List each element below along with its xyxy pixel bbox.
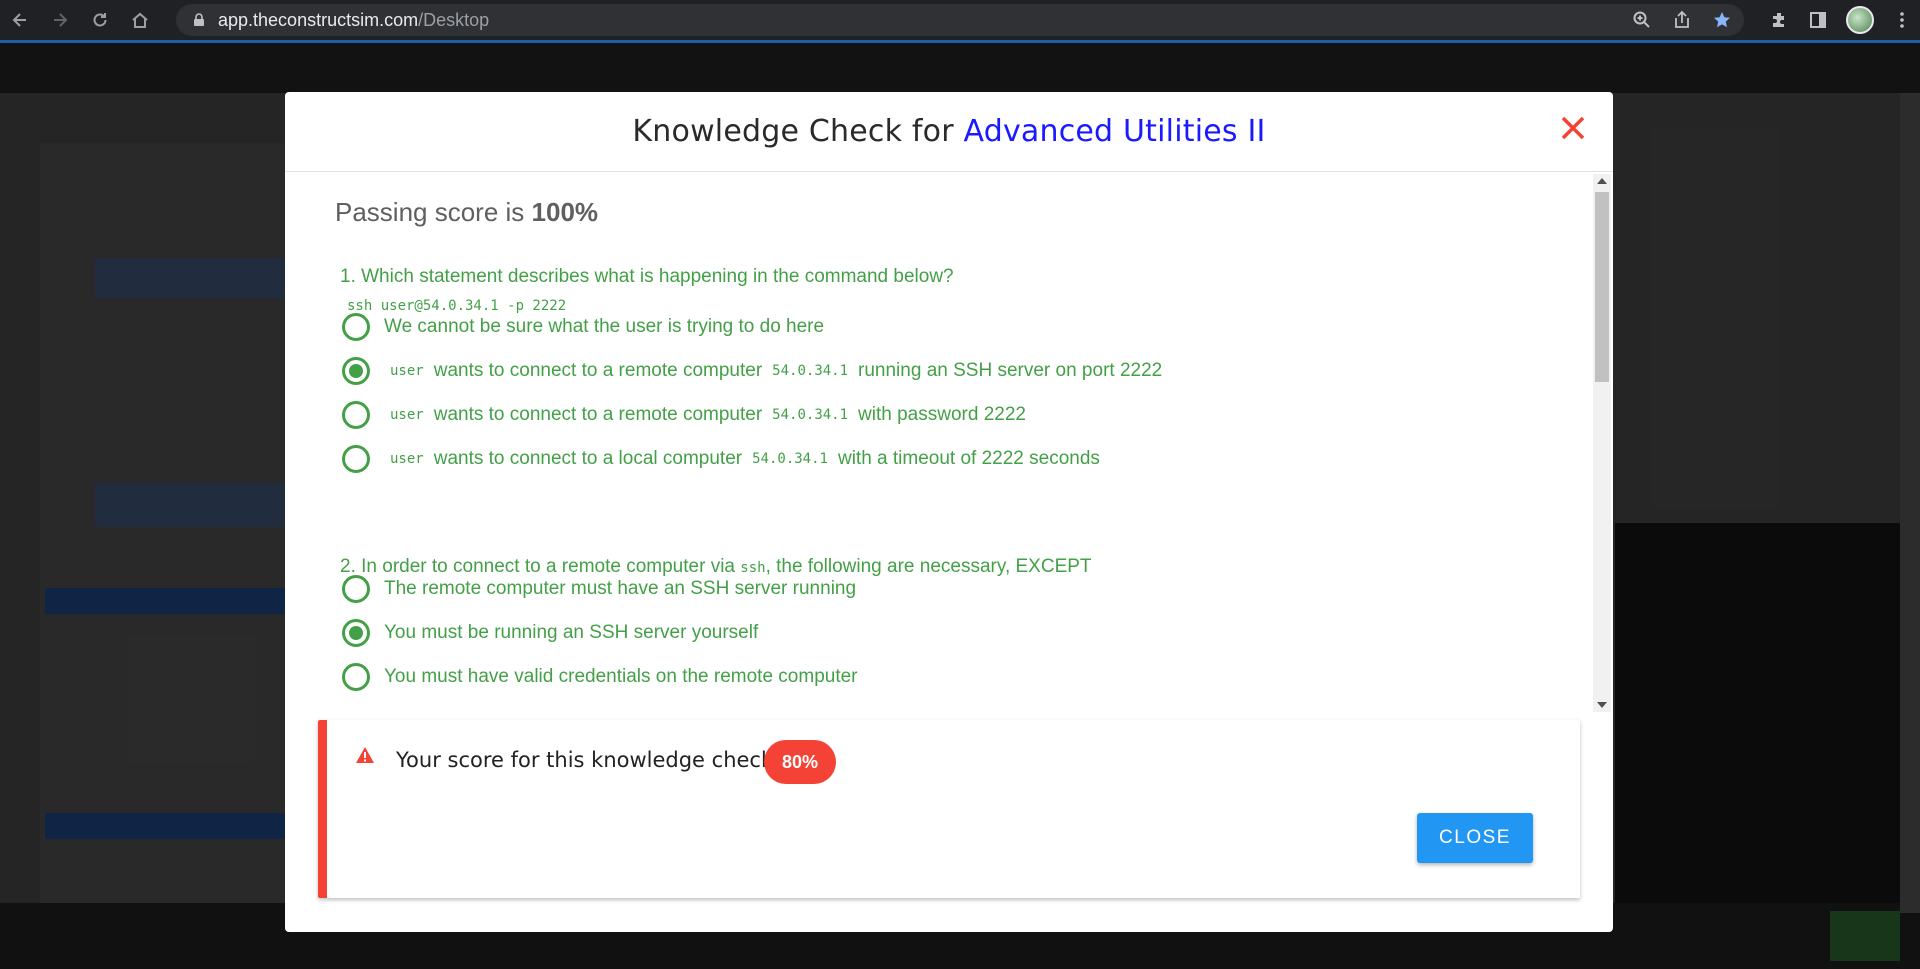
passing-score: Passing score is 100% [335, 197, 599, 227]
extensions-icon[interactable] [1770, 10, 1790, 30]
score-label: Your score for this knowledge check: [396, 748, 781, 772]
question-1-option-4[interactable]: user wants to connect to a local compute… [342, 444, 1100, 474]
close-icon[interactable] [1555, 110, 1591, 146]
scroll-up-icon[interactable] [1597, 178, 1607, 184]
home-icon[interactable] [120, 0, 160, 40]
radio-button-selected[interactable] [342, 619, 370, 647]
modal-body[interactable]: Passing score is 100% 1. Which statement… [285, 173, 1613, 713]
url-text: app.theconstructsim.com/Desktop [218, 9, 490, 30]
radio-button[interactable] [342, 445, 370, 473]
modal-header: Knowledge Check for Advanced Utilities I… [285, 92, 1613, 172]
bookmark-star-icon[interactable] [1712, 10, 1732, 30]
back-icon[interactable] [0, 0, 40, 40]
knowledge-check-modal: Knowledge Check for Advanced Utilities I… [285, 92, 1613, 932]
address-bar[interactable]: app.theconstructsim.com/Desktop [176, 4, 1744, 36]
radio-button-selected[interactable] [342, 357, 370, 385]
close-button[interactable]: CLOSE [1417, 813, 1533, 863]
question-1-option-1[interactable]: We cannot be sure what the user is tryin… [342, 312, 824, 342]
question-2-option-3[interactable]: You must have valid credentials on the r… [342, 662, 858, 692]
zoom-icon[interactable] [1632, 10, 1652, 30]
warning-icon [356, 747, 374, 763]
radio-button[interactable] [342, 401, 370, 429]
scrollbar-thumb[interactable] [1595, 192, 1609, 382]
profile-avatar[interactable] [1846, 6, 1874, 34]
menu-kebab-icon[interactable] [1892, 10, 1912, 30]
modal-scrollbar[interactable] [1593, 174, 1611, 712]
scroll-down-icon[interactable] [1597, 702, 1607, 708]
question-1-option-3[interactable]: user wants to connect to a remote comput… [342, 400, 1026, 430]
score-badge: 80% [764, 740, 836, 784]
question-1-text: 1. Which statement describes what is hap… [340, 266, 954, 287]
question-2-option-2[interactable]: You must be running an SSH server yourse… [342, 618, 758, 648]
course-name: Advanced Utilities II [963, 114, 1266, 149]
reload-icon[interactable] [80, 0, 120, 40]
share-icon[interactable] [1672, 10, 1692, 30]
score-panel: Your score for this knowledge check: 80%… [318, 720, 1580, 898]
side-panel-icon[interactable] [1808, 10, 1828, 30]
browser-toolbar: app.theconstructsim.com/Desktop [0, 0, 1920, 40]
question-1-option-2[interactable]: user wants to connect to a remote comput… [342, 356, 1162, 386]
radio-button[interactable] [342, 575, 370, 603]
radio-button[interactable] [342, 663, 370, 691]
question-2-option-1[interactable]: The remote computer must have an SSH ser… [342, 574, 856, 604]
forward-icon[interactable] [40, 0, 80, 40]
radio-button[interactable] [342, 313, 370, 341]
modal-title: Knowledge Check for Advanced Utilities I… [632, 114, 1266, 149]
lock-icon [194, 13, 204, 26]
